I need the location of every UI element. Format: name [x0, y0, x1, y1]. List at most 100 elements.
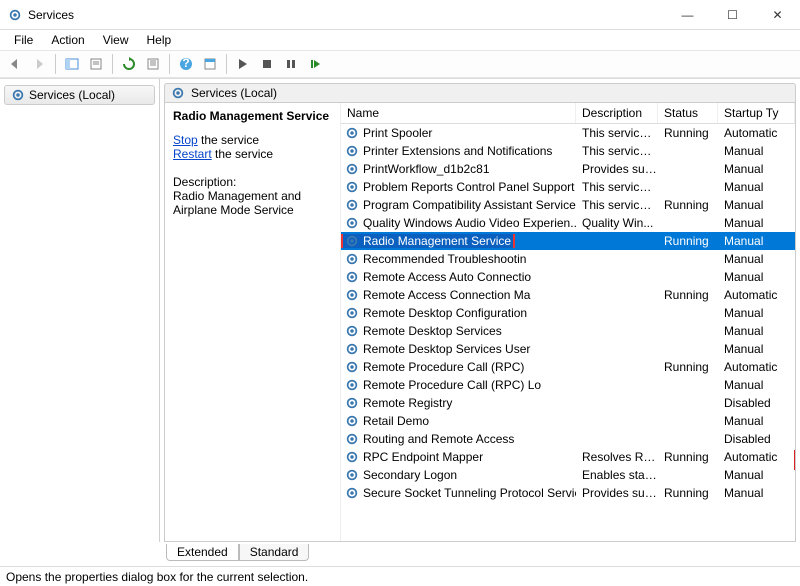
cell-description: Provides sup... — [576, 486, 658, 500]
cell-description: Quality Win... — [576, 216, 658, 230]
table-row[interactable]: Routing and Remote Access Disabled — [341, 430, 795, 448]
cell-status: Running — [658, 450, 718, 464]
list-header-label: Services (Local) — [191, 86, 277, 100]
table-row[interactable]: Printer Extensions and NotificationsThis… — [341, 142, 795, 160]
cell-name: Secure Socket Tunneling Protocol Service — [363, 486, 576, 500]
cell-startup: Manual — [718, 270, 795, 284]
maximize-button[interactable]: ☐ — [710, 1, 755, 29]
table-row[interactable]: Remote Access Auto Connectio Manual — [341, 268, 795, 286]
help-button[interactable]: ? — [175, 53, 197, 75]
show-hide-tree-button[interactable] — [61, 53, 83, 75]
restart-service-button[interactable] — [304, 53, 326, 75]
service-icon — [345, 396, 359, 410]
cell-name: Remote Desktop Services — [363, 324, 502, 338]
menubar: File Action View Help — [0, 30, 800, 50]
cell-startup: Disabled — [718, 396, 795, 410]
table-row[interactable]: Problem Reports Control Panel SupportThi… — [341, 178, 795, 196]
cell-startup: Manual — [718, 198, 795, 212]
col-startup-type[interactable]: Startup Ty — [718, 103, 795, 123]
table-row[interactable]: Radio Management ServiceRunningManual — [341, 232, 795, 250]
col-status[interactable]: Status — [658, 103, 718, 123]
table-row[interactable]: Quality Windows Audio Video Experien...Q… — [341, 214, 795, 232]
cell-status: Running — [658, 360, 718, 374]
description-label: Description: — [173, 175, 332, 189]
service-icon — [345, 180, 359, 194]
pause-service-button[interactable] — [280, 53, 302, 75]
cell-status: Running — [658, 126, 718, 140]
cell-startup: Manual — [718, 306, 795, 320]
restart-service-link[interactable]: Restart — [173, 147, 212, 161]
cell-status: Running — [658, 288, 718, 302]
service-icon — [345, 324, 359, 338]
back-button[interactable] — [4, 53, 26, 75]
menu-file[interactable]: File — [6, 31, 41, 49]
menu-view[interactable]: View — [95, 31, 137, 49]
table-row[interactable]: Remote Desktop Configuration Manual — [341, 304, 795, 322]
tree-node-label: Services (Local) — [29, 88, 115, 102]
table-row[interactable]: Print SpoolerThis service …RunningAutoma… — [341, 124, 795, 142]
close-button[interactable]: ✕ — [755, 1, 800, 29]
table-row[interactable]: Remote Desktop Services UserManual — [341, 340, 795, 358]
service-icon — [345, 360, 359, 374]
service-icon — [8, 8, 22, 22]
cell-name: Remote Access Auto Connectio — [363, 270, 531, 284]
cell-name: Remote Desktop Services User — [363, 342, 530, 356]
service-icon — [345, 450, 359, 464]
properties-button[interactable] — [199, 53, 221, 75]
table-row[interactable]: Remote Procedure Call (RPC) LoManual — [341, 376, 795, 394]
start-service-button[interactable] — [232, 53, 254, 75]
table-row[interactable]: RPC Endpoint MapperResolves RP...Running… — [341, 448, 795, 466]
cell-name: Recommended Troubleshootin — [363, 252, 526, 266]
col-name[interactable]: Name — [341, 103, 576, 123]
table-row[interactable]: PrintWorkflow_d1b2c81Provides sup...Manu… — [341, 160, 795, 178]
cell-name: Remote Procedure Call (RPC) — [363, 360, 524, 374]
service-table[interactable]: Print SpoolerThis service …RunningAutoma… — [341, 124, 795, 541]
cell-startup: Manual — [718, 216, 795, 230]
table-row[interactable]: Program Compatibility Assistant ServiceT… — [341, 196, 795, 214]
cell-name: Remote Desktop Configuration — [363, 306, 527, 320]
stop-service-link[interactable]: Stop — [173, 133, 198, 147]
stop-service-line: Stop the service — [173, 133, 332, 147]
cell-name: Routing and Remote Access — [363, 432, 514, 446]
minimize-button[interactable]: — — [665, 1, 710, 29]
table-row[interactable]: Remote Access Connection MaRunningAutoma… — [341, 286, 795, 304]
service-icon — [345, 234, 359, 248]
tab-standard[interactable]: Standard — [239, 544, 310, 561]
stop-service-button[interactable] — [256, 53, 278, 75]
menu-action[interactable]: Action — [43, 31, 92, 49]
table-row[interactable]: Remote Procedure Call (RPC)RunningAutoma… — [341, 358, 795, 376]
cell-startup: Manual — [718, 486, 795, 500]
col-description[interactable]: Description — [576, 103, 658, 123]
main-split: Services (Local) Services (Local) Radio … — [0, 78, 800, 542]
cell-startup: Manual — [718, 180, 795, 194]
refresh-button[interactable] — [118, 53, 140, 75]
view-tabs: Extended Standard — [166, 542, 796, 562]
titlebar: Services — ☐ ✕ — [0, 0, 800, 30]
cell-startup: Disabled — [718, 432, 795, 446]
export-list-button[interactable] — [142, 53, 164, 75]
service-icon — [345, 468, 359, 482]
table-row[interactable]: Retail DemoManual — [341, 412, 795, 430]
export-button[interactable] — [85, 53, 107, 75]
service-icon — [345, 306, 359, 320]
table-row[interactable]: Recommended Troubleshootin Manual — [341, 250, 795, 268]
cell-name: Print Spooler — [363, 126, 432, 140]
forward-button[interactable] — [28, 53, 50, 75]
tab-extended[interactable]: Extended — [166, 544, 239, 561]
cell-description: Resolves RP... — [576, 450, 658, 464]
menu-help[interactable]: Help — [139, 31, 180, 49]
table-row[interactable]: Remote Desktop ServicesManual — [341, 322, 795, 340]
description-text: Radio Management and Airplane Mode Servi… — [173, 189, 332, 217]
cell-name: Program Compatibility Assistant Service — [363, 198, 576, 212]
table-row[interactable]: Secondary LogonEnables star...Manual — [341, 466, 795, 484]
service-icon — [11, 88, 25, 102]
table-row[interactable]: Secure Socket Tunneling Protocol Service… — [341, 484, 795, 502]
cell-startup: Manual — [718, 378, 795, 392]
tree-node-services-local[interactable]: Services (Local) — [4, 85, 155, 105]
service-icon — [345, 144, 359, 158]
table-row[interactable]: Remote RegistryDisabled — [341, 394, 795, 412]
cell-startup: Manual — [718, 252, 795, 266]
cell-startup: Manual — [718, 414, 795, 428]
cell-startup: Manual — [718, 468, 795, 482]
cell-name: Quality Windows Audio Video Experien... — [363, 216, 576, 230]
